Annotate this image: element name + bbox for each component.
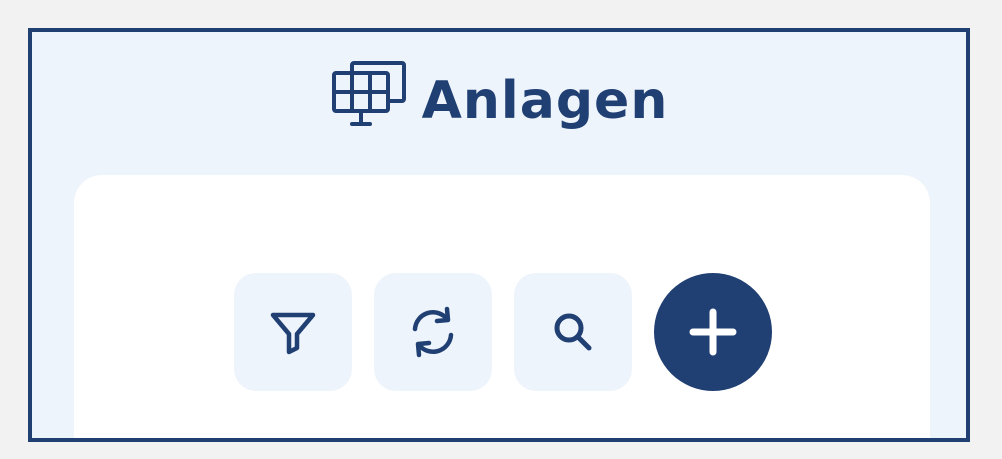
filter-icon (267, 306, 319, 358)
page-title: Anlagen (421, 71, 669, 131)
toolbar (234, 273, 772, 391)
page-header: Anlagen (32, 56, 966, 146)
search-button[interactable] (514, 273, 632, 391)
solar-panel-icon (330, 59, 408, 129)
search-icon (547, 306, 599, 358)
refresh-icon (403, 302, 463, 362)
anlagen-panel: Anlagen (28, 28, 970, 442)
refresh-button[interactable] (374, 273, 492, 391)
plus-icon (685, 304, 741, 360)
content-card (74, 175, 930, 438)
add-button[interactable] (654, 273, 772, 391)
filter-button[interactable] (234, 273, 352, 391)
